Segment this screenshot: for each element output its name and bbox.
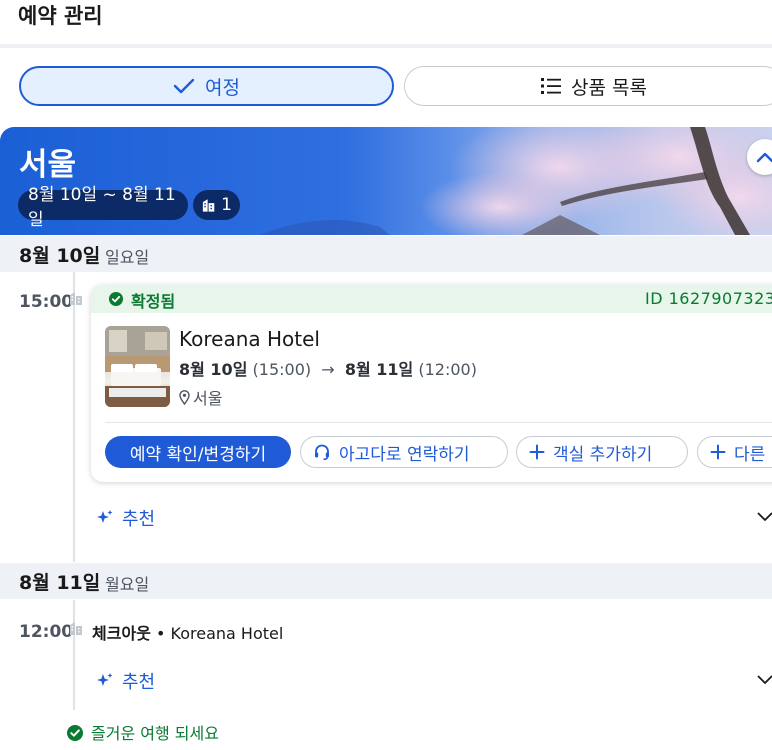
add-other-label: 다른 — [734, 444, 766, 465]
hotel-location-text: 서울 — [193, 389, 223, 408]
event-time: 15:00 — [19, 292, 74, 312]
check-circle-icon — [67, 725, 83, 741]
checkout-label: 체크아웃 — [92, 624, 151, 643]
checkout-date: 8월 11일 — [344, 360, 414, 379]
trip-end-message-text: 즐거운 여행 되세요 — [91, 724, 219, 743]
plus-icon — [529, 444, 545, 460]
day-header: 8월 11일 월요일 — [0, 563, 772, 599]
stay-dates: 8월 10일 (15:00) → 8월 11일 (12:00) — [179, 356, 477, 380]
contact-agoda-button[interactable]: 아고다로 연락하기 — [300, 436, 508, 468]
hotel-thumbnail — [105, 326, 170, 407]
manage-booking-button[interactable]: 예약 확인/변경하기 — [105, 436, 291, 468]
hotel-count: 1 — [221, 195, 232, 215]
hotel-icon — [70, 292, 82, 305]
tab-itinerary[interactable]: 여정 — [19, 66, 394, 106]
city-title: 서울 — [19, 147, 77, 183]
check-circle-icon — [109, 292, 123, 306]
contact-agoda-label: 아고다로 연락하기 — [339, 444, 470, 465]
trip-date-range-text: 8월 10일 ~ 8월 11일 — [28, 185, 176, 230]
booking-status: 확정됨 — [131, 292, 176, 311]
recommendations-label: 추천 — [122, 672, 156, 693]
trip-end-message: 즐거운 여행 되세요 — [67, 720, 219, 744]
tab-product-list-label: 상품 목록 — [571, 76, 647, 99]
timeline-line — [73, 600, 75, 710]
trip-banner: 서울 8월 10일 ~ 8월 11일 1 — [0, 127, 772, 235]
arrow-right-icon: → — [321, 360, 335, 379]
tab-itinerary-label: 여정 — [205, 76, 240, 99]
hotel-room-image — [105, 326, 170, 407]
chevron-down-icon[interactable] — [757, 512, 772, 522]
recommendations-toggle[interactable]: 추천 — [96, 505, 155, 531]
checkout-time: (12:00) — [418, 360, 477, 379]
checkin-date: 8월 10일 — [179, 360, 248, 379]
sparkle-icon — [97, 510, 113, 523]
hotel-name[interactable]: Koreana Hotel — [179, 327, 320, 351]
day-header: 8월 10일 일요일 — [0, 236, 772, 272]
checkin-time: (15:00) — [252, 360, 312, 379]
sparkle-icon — [97, 673, 113, 686]
tab-product-list[interactable]: 상품 목록 — [404, 66, 772, 106]
trip-date-range: 8월 10일 ~ 8월 11일 — [18, 185, 188, 230]
page-title: 예약 관리 — [18, 4, 103, 28]
check-icon — [173, 78, 195, 94]
header-divider — [0, 44, 772, 48]
location-pin-icon — [179, 390, 190, 406]
day-weekday: 월요일 — [105, 575, 150, 594]
day-weekday: 일요일 — [105, 248, 150, 267]
chevron-up-icon — [756, 152, 772, 163]
hotel-count-badge: 1 — [193, 190, 240, 220]
list-icon — [541, 78, 562, 94]
hotel-location: 서울 — [179, 385, 222, 409]
timeline-line — [73, 272, 75, 562]
add-room-button[interactable]: 객실 추가하기 — [516, 436, 688, 468]
day-date: 8월 10일 — [19, 245, 101, 267]
add-room-label: 객실 추가하기 — [553, 444, 653, 465]
event-time: 12:00 — [19, 622, 74, 642]
day-date: 8월 11일 — [19, 572, 101, 594]
add-other-button[interactable]: 다른 — [697, 436, 772, 468]
recommendations-label: 추천 — [122, 509, 156, 530]
plus-icon — [710, 444, 726, 460]
checkout-hotel: Koreana Hotel — [170, 624, 284, 643]
recommendations-toggle[interactable]: 추천 — [96, 668, 155, 694]
booking-card[interactable]: 확정됨 ID 1627907323 Koreana Hotel 8월 10일 (… — [91, 285, 772, 482]
separator-dot: • — [155, 624, 166, 643]
manage-booking-label: 예약 확인/변경하기 — [129, 444, 267, 465]
checkout-event[interactable]: 체크아웃 • Koreana Hotel — [92, 620, 283, 644]
hotel-icon — [202, 199, 215, 212]
chevron-down-icon[interactable] — [757, 675, 772, 685]
headset-icon — [315, 444, 329, 461]
booking-id: ID 1627907323 — [645, 289, 772, 308]
card-divider — [105, 422, 772, 423]
hotel-icon — [70, 622, 82, 635]
page-header: 예약 관리 — [0, 0, 772, 44]
